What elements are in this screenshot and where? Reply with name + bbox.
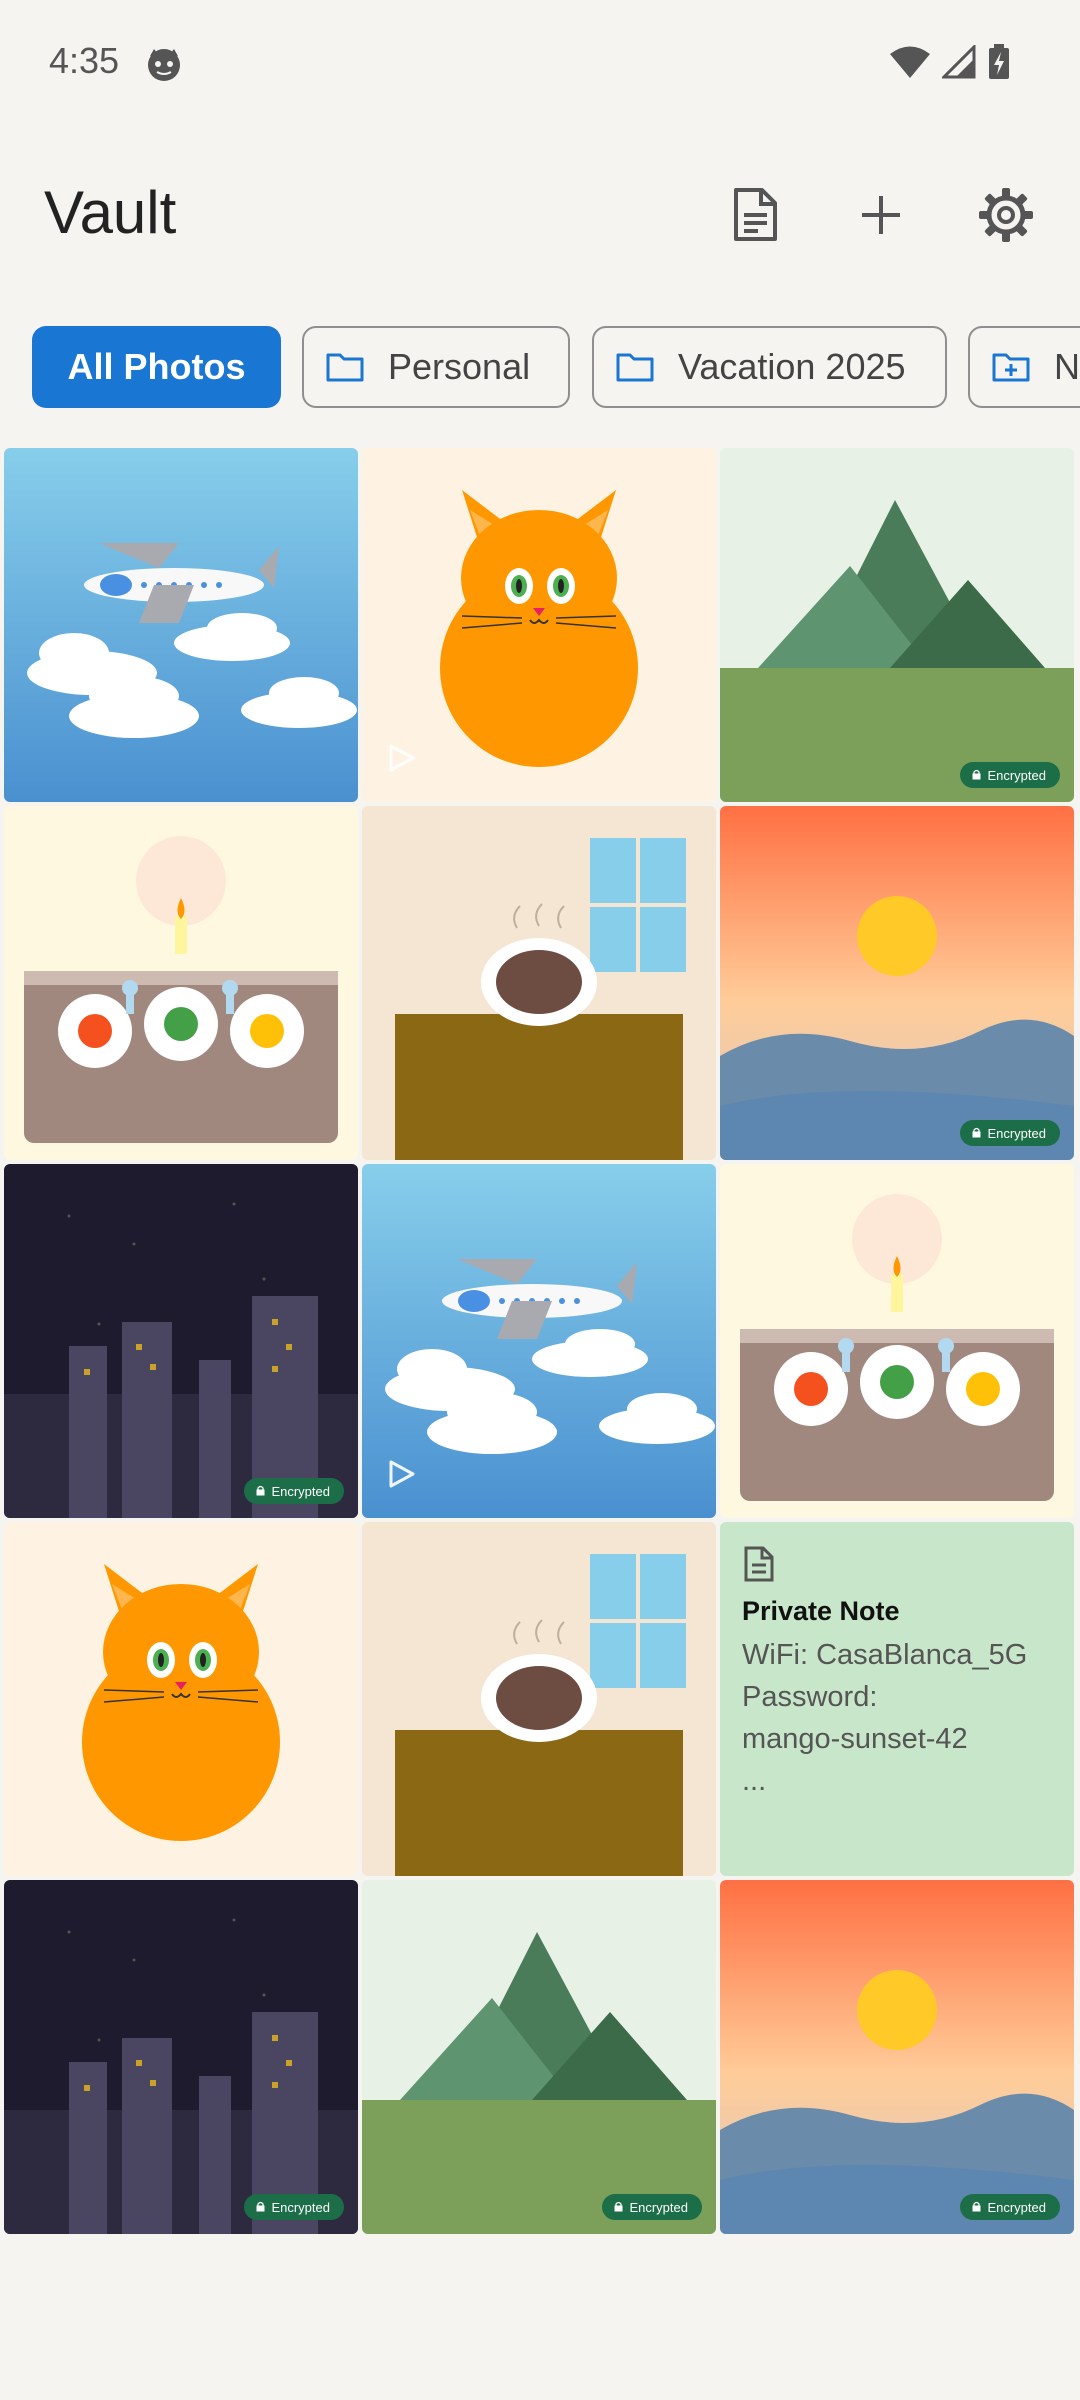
photo-tile[interactable]: [4, 448, 358, 802]
city-night-image: [4, 1164, 358, 1518]
chip-label: Ne: [1054, 346, 1080, 387]
photo-tile[interactable]: [4, 806, 358, 1160]
settings-button[interactable]: [971, 180, 1041, 250]
play-icon: [388, 1459, 416, 1494]
add-button[interactable]: [846, 180, 916, 250]
cat-face-status-icon: [148, 49, 180, 81]
chip-vacation-2025[interactable]: Vacation 2025: [592, 326, 947, 408]
encrypted-badge: Encrypted: [244, 2194, 344, 2220]
coffee-table-image: [362, 806, 716, 1160]
photo-tile[interactable]: Encrypted: [4, 1164, 358, 1518]
chip-label: Vacation 2025: [678, 346, 906, 387]
chip-all-photos[interactable]: All Photos: [32, 326, 281, 408]
add-icon: [862, 196, 900, 234]
chip-personal[interactable]: Personal: [302, 326, 570, 408]
note-title: Private Note: [742, 1596, 900, 1626]
battery-charging-icon: [989, 44, 1009, 79]
status-time: 4:35: [49, 40, 120, 81]
city-night-image: [4, 1880, 358, 2234]
status-bar: 4:35: [0, 0, 1080, 130]
lock-icon: [256, 2200, 265, 2215]
airplane-image: [4, 448, 358, 802]
encrypted-label: Encrypted: [629, 2199, 688, 2215]
lock-icon: [972, 2200, 981, 2215]
new-folder-icon: [992, 352, 1030, 382]
wifi-icon: [890, 46, 930, 78]
encrypted-label: Encrypted: [987, 2199, 1046, 2215]
photo-tile[interactable]: [362, 1522, 716, 1876]
chip-label: All Photos: [67, 346, 246, 387]
sunset-image: [720, 806, 1074, 1160]
sunset-image: [720, 1880, 1074, 2234]
photo-tile[interactable]: [4, 1522, 358, 1876]
encrypted-badge: Encrypted: [960, 762, 1060, 788]
play-icon: [388, 743, 416, 778]
folder-icon: [616, 352, 654, 382]
photo-tile[interactable]: [362, 448, 716, 802]
photo-tile[interactable]: Encrypted: [720, 448, 1074, 802]
notes-button[interactable]: [720, 180, 790, 250]
note-document-icon: [744, 1546, 774, 1587]
encrypted-badge: Encrypted: [960, 2194, 1060, 2220]
photo-tile[interactable]: Encrypted: [4, 1880, 358, 2234]
app-bar: Vault: [0, 150, 1080, 280]
photo-tile[interactable]: Encrypted: [720, 806, 1074, 1160]
lock-icon: [972, 1126, 981, 1141]
photo-tile[interactable]: Encrypted: [362, 1880, 716, 2234]
birthday-cake-image: [720, 1164, 1074, 1518]
document-icon: [734, 188, 777, 241]
settings-icon: [979, 188, 1033, 242]
photo-tile[interactable]: [362, 806, 716, 1160]
chip-label: Personal: [388, 346, 531, 387]
lock-icon: [614, 2200, 623, 2215]
encrypted-label: Encrypted: [987, 1125, 1046, 1141]
note-preview: WiFi: CasaBlanca_5G Password: mango-suns…: [742, 1639, 1028, 1797]
encrypted-label: Encrypted: [271, 2199, 330, 2215]
mountains-image: [362, 1880, 716, 2234]
lock-icon: [256, 1484, 265, 1499]
encrypted-label: Encrypted: [271, 1483, 330, 1499]
photo-tile[interactable]: [720, 1164, 1074, 1518]
photo-tile[interactable]: Encrypted: [720, 1880, 1074, 2234]
note-tile[interactable]: Private Note WiFi: CasaBlanca_5G Password…: [720, 1522, 1074, 1876]
encrypted-badge: Encrypted: [244, 1478, 344, 1504]
page-title: Vault: [44, 179, 177, 246]
encrypted-badge: Encrypted: [960, 1120, 1060, 1146]
lock-icon: [972, 768, 981, 783]
birthday-cake-image: [4, 806, 358, 1160]
encrypted-label: Encrypted: [987, 767, 1046, 783]
chip-new-album[interactable]: Ne: [968, 326, 1080, 408]
signal-icon: [942, 45, 976, 79]
coffee-table-image: [362, 1522, 716, 1876]
mountains-image: [720, 448, 1074, 802]
cat-image: [4, 1522, 358, 1876]
photo-tile[interactable]: [362, 1164, 716, 1518]
album-chip-row: All Photos Personal Vacation 2025 Ne: [0, 326, 1080, 412]
folder-icon: [326, 352, 364, 382]
encrypted-badge: Encrypted: [602, 2194, 702, 2220]
